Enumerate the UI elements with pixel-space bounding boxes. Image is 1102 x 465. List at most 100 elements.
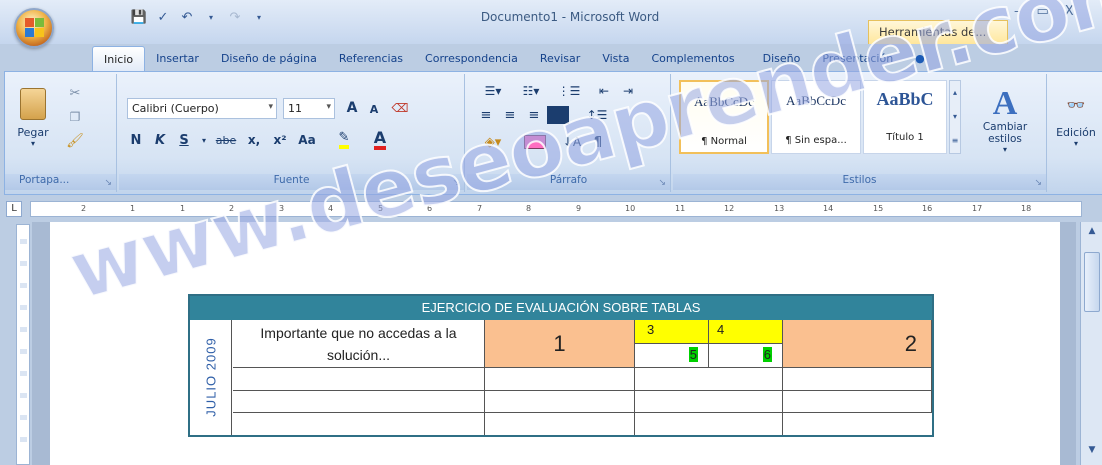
font-family-combo[interactable]: Calibri (Cuerpo) ▾: [127, 98, 277, 119]
tab-revisar[interactable]: Revisar: [529, 46, 591, 72]
format-painter-icon[interactable]: 🖌: [65, 132, 85, 150]
clipboard-launcher-icon[interactable]: ↘: [104, 178, 112, 188]
cell-number-5: 5: [688, 347, 698, 362]
font-color-button[interactable]: A: [365, 130, 395, 150]
scroll-down-icon[interactable]: ▼: [1084, 445, 1100, 461]
tab-selector-icon[interactable]: L: [6, 201, 22, 217]
justify-icon[interactable]: [547, 106, 569, 124]
copy-icon[interactable]: ❐: [65, 108, 85, 126]
chevron-down-icon[interactable]: ▾: [199, 130, 209, 150]
tab-diseno[interactable]: Diseño: [752, 46, 812, 72]
cell-number-1[interactable]: 1: [485, 320, 635, 368]
table-cell[interactable]: [485, 391, 635, 413]
cell-6[interactable]: 6: [709, 344, 783, 368]
multilevel-list-icon[interactable]: ⋮☰: [551, 82, 587, 100]
text-cell[interactable]: Importante que no accedas a la solución.…: [233, 320, 485, 368]
tab-referencias[interactable]: Referencias: [328, 46, 414, 72]
side-label-cell[interactable]: JULIO 2009: [190, 320, 232, 435]
redo-icon[interactable]: ↷: [226, 9, 244, 25]
ruler-track[interactable]: 2 1 1 2 3 4 5 6 7 8 9 10 11 12 13 14 15 16 17 18: [30, 201, 1082, 217]
paragraph-group-label: Párrafo: [467, 174, 670, 190]
restore-button[interactable]: ▭: [1037, 4, 1049, 19]
cell-number-2[interactable]: 2: [783, 320, 932, 368]
styles-scroll[interactable]: ▴ ▾ ≡: [949, 80, 961, 154]
horizontal-ruler: L 2 1 1 2 3 4 5 6 7 8 9 10 11 12 13 14 15 16 17 18: [0, 197, 1102, 221]
font-launcher-icon[interactable]: ↘: [452, 178, 460, 188]
change-case-button[interactable]: Aa: [295, 130, 319, 150]
align-right-icon[interactable]: ≡: [523, 106, 545, 124]
table-cell[interactable]: [233, 368, 485, 391]
italic-button[interactable]: K: [151, 130, 169, 150]
cell-number-4[interactable]: 4: [709, 320, 783, 344]
subscript-button[interactable]: x,: [243, 130, 265, 150]
bullets-icon[interactable]: ☰▾: [475, 82, 511, 100]
table-cell[interactable]: [485, 413, 635, 435]
sort-icon[interactable]: ↓A: [561, 132, 583, 152]
cut-icon[interactable]: ✂: [65, 84, 85, 102]
vertical-ruler[interactable]: [16, 224, 30, 465]
tab-insertar[interactable]: Insertar: [145, 46, 210, 72]
style-normal[interactable]: AaBbCcDc ¶ Normal: [679, 80, 769, 154]
styles-launcher-icon[interactable]: ↘: [1034, 178, 1042, 188]
tab-vista[interactable]: Vista: [591, 46, 640, 72]
bold-button[interactable]: N: [127, 130, 145, 150]
ruler-tick: 7: [477, 204, 483, 213]
show-marks-icon[interactable]: ¶: [587, 132, 609, 152]
styles-group: AaBbCcDc ¶ Normal AaBbCcDc ¶ Sin espa...…: [673, 74, 1047, 192]
table-cell[interactable]: [635, 391, 783, 413]
style-sin-espaciado[interactable]: AaBbCcDc ¶ Sin espa...: [771, 80, 861, 154]
strikethrough-button[interactable]: abe: [213, 130, 239, 150]
grow-font-button[interactable]: A: [341, 98, 363, 118]
table-cell[interactable]: [485, 368, 635, 391]
office-button[interactable]: [14, 8, 54, 48]
align-center-icon[interactable]: ≡: [499, 106, 521, 124]
dropdown-icon[interactable]: ▾: [202, 9, 220, 25]
shrink-font-button[interactable]: A: [365, 100, 383, 118]
help-icon[interactable]: ●: [904, 46, 936, 72]
clear-format-icon[interactable]: ⌫: [389, 98, 411, 118]
shading-icon[interactable]: ◈▾: [475, 132, 511, 152]
scroll-thumb[interactable]: [1084, 252, 1100, 312]
close-button[interactable]: X: [1065, 4, 1074, 19]
save-icon[interactable]: 💾: [130, 9, 148, 25]
line-spacing-icon[interactable]: ↕☰: [581, 106, 613, 124]
table-cell[interactable]: [783, 391, 932, 413]
paragraph-launcher-icon[interactable]: ↘: [658, 178, 666, 188]
tab-inicio[interactable]: Inicio: [92, 46, 146, 72]
minimize-button[interactable]: –: [1014, 4, 1021, 19]
undo-icon[interactable]: ↶: [178, 9, 196, 25]
style-titulo-1[interactable]: AaBbC Título 1: [863, 80, 947, 154]
superscript-button[interactable]: x²: [269, 130, 291, 150]
font-size-combo[interactable]: 11 ▾: [283, 98, 335, 119]
tab-presentacion[interactable]: Presentación: [811, 46, 904, 72]
numbering-icon[interactable]: ☷▾: [513, 82, 549, 100]
vertical-scrollbar[interactable]: ▲ ▼: [1080, 222, 1102, 465]
table-cell[interactable]: [635, 413, 783, 435]
tab-diseno-pagina[interactable]: Diseño de página: [210, 46, 328, 72]
editing-button[interactable]: 👓 Edición ▾: [1049, 82, 1102, 162]
cell-number-3[interactable]: 3: [635, 320, 709, 344]
spelling-icon[interactable]: ✓: [154, 9, 172, 25]
customize-qat-icon[interactable]: ▾: [250, 9, 268, 25]
table-tools-contextual-tab[interactable]: Herramientas de...: [868, 20, 1008, 44]
paste-button[interactable]: Pegar ▾: [13, 82, 53, 154]
change-styles-icon: A: [992, 84, 1018, 122]
highlight-button[interactable]: ✎: [329, 130, 359, 150]
table-cell[interactable]: [635, 368, 783, 391]
table-cell[interactable]: [783, 368, 932, 391]
table-cell[interactable]: [233, 391, 485, 413]
chevron-down-icon: ▾: [268, 102, 273, 112]
evaluation-table[interactable]: EJERCICIO DE EVALUACIÓN SOBRE TABLAS JUL…: [188, 294, 934, 437]
change-styles-button[interactable]: A Cambiar estilos ▾: [969, 80, 1041, 160]
decrease-indent-icon[interactable]: ⇤: [593, 82, 615, 100]
cell-5[interactable]: 5: [635, 344, 709, 368]
scroll-up-icon[interactable]: ▲: [1084, 226, 1100, 242]
increase-indent-icon[interactable]: ⇥: [617, 82, 639, 100]
tab-correspondencia[interactable]: Correspondencia: [414, 46, 529, 72]
borders-icon[interactable]: [515, 132, 555, 152]
table-cell[interactable]: [783, 413, 932, 435]
underline-button[interactable]: S: [175, 130, 193, 150]
table-cell[interactable]: [233, 413, 485, 435]
tab-complementos[interactable]: Complementos: [640, 46, 745, 72]
align-left-icon[interactable]: ≡: [475, 106, 497, 124]
